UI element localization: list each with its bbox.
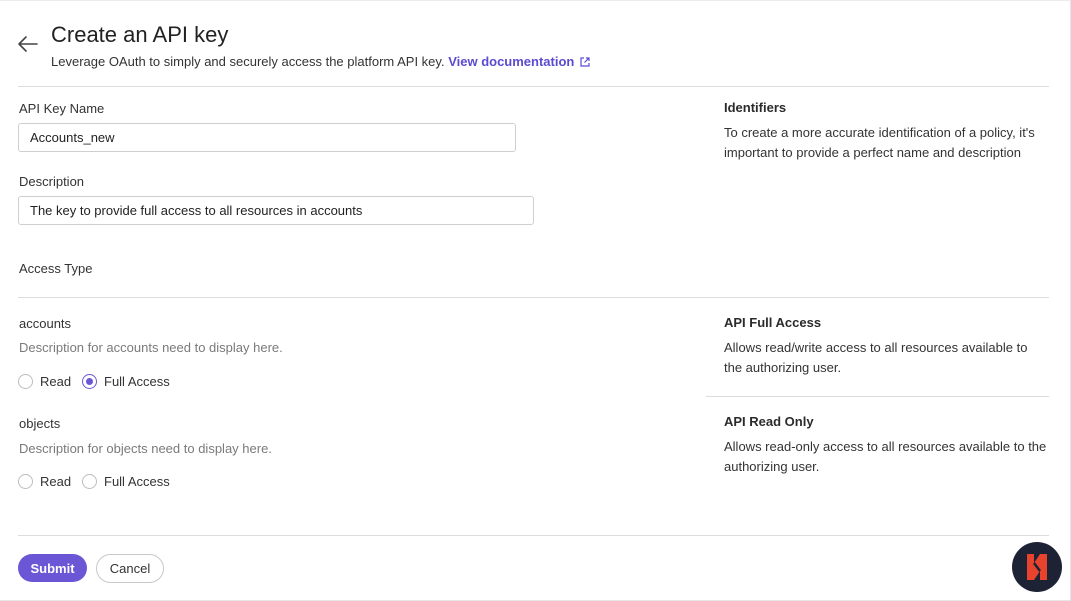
resource-name-objects: objects: [19, 416, 61, 431]
api-key-name-label: API Key Name: [19, 101, 105, 116]
radio-button[interactable]: [18, 373, 33, 389]
api-read-only-title: API Read Only: [724, 414, 814, 429]
resource-name-accounts: accounts: [19, 316, 72, 331]
doc-link-label: View documentation: [448, 54, 575, 69]
api-key-name-input[interactable]: [18, 123, 516, 152]
radio-label[interactable]: Full Access: [104, 374, 170, 389]
footer-divider: [18, 535, 1049, 536]
help-divider: [706, 396, 1049, 397]
page-subtitle: Leverage OAuth to simply and securely ac…: [51, 54, 591, 69]
description-label: Description: [19, 174, 85, 189]
arrow-left-icon: [18, 36, 38, 52]
identifiers-title: Identifiers: [724, 100, 787, 115]
assistant-launcher-button[interactable]: [1012, 542, 1062, 592]
radio-label[interactable]: Read: [40, 374, 71, 389]
resource-description-accounts: Description for accounts need to display…: [19, 340, 283, 355]
access-type-label: Access Type: [19, 261, 93, 276]
brand-logo-icon: [1027, 554, 1047, 580]
identifiers-text: To create a more accurate identification…: [724, 125, 1035, 160]
radio-read-objects[interactable]: Read: [18, 472, 71, 490]
api-read-only-text: Allows read-only access to all resources…: [724, 439, 1047, 474]
radio-full-access-objects[interactable]: Full Access: [82, 472, 170, 490]
radio-label[interactable]: Read: [40, 474, 71, 489]
submit-button[interactable]: Submit: [18, 554, 87, 582]
subtitle-text: Leverage OAuth to simply and securely ac…: [51, 54, 445, 69]
resource-description-objects: Description for objects need to display …: [19, 441, 272, 456]
description-input[interactable]: [18, 196, 534, 225]
radio-button-checked[interactable]: [82, 373, 97, 389]
radio-full-access-accounts[interactable]: Full Access: [82, 372, 170, 390]
external-link-icon: [580, 57, 590, 67]
access-divider: [18, 297, 1049, 298]
page-title: Create an API key: [51, 22, 229, 47]
radio-read-accounts[interactable]: Read: [18, 372, 71, 390]
radio-label[interactable]: Full Access: [104, 474, 170, 489]
api-full-access-title: API Full Access: [724, 315, 822, 330]
back-button[interactable]: [14, 33, 40, 55]
radio-button[interactable]: [18, 473, 33, 489]
view-documentation-link[interactable]: View documentation: [448, 54, 591, 69]
radio-button[interactable]: [82, 473, 97, 489]
header-divider: [18, 86, 1049, 87]
cancel-button[interactable]: Cancel: [96, 554, 164, 583]
page-header: Create an API key Leverage OAuth to simp…: [0, 1, 1071, 87]
page-frame: Create an API key Leverage OAuth to simp…: [0, 0, 1071, 601]
api-full-access-text: Allows read/write access to all resource…: [724, 340, 1028, 375]
